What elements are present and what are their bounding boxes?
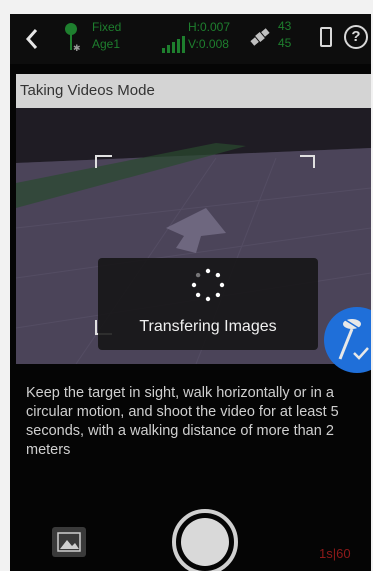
- recording-timer: 1s|60: [319, 546, 351, 561]
- signal-bars-icon: [160, 36, 186, 54]
- battery-icon: [320, 27, 332, 47]
- status-bar: ✱ Fixed Age1 H:0.007 V:0.008 43 45 ?: [10, 14, 371, 64]
- age-text: Age1: [92, 37, 121, 51]
- back-icon[interactable]: [22, 26, 44, 52]
- survey-pole-icon: [338, 318, 369, 360]
- transfer-overlay: Transfering Images: [98, 258, 318, 350]
- mode-banner: Taking Videos Mode: [16, 74, 371, 108]
- loading-spinner-icon: [191, 268, 225, 302]
- instructions-text: Keep the target in sight, walk horizonta…: [26, 385, 339, 458]
- transfer-message: Transfering Images: [139, 318, 277, 335]
- camera-viewfinder: Transfering Images: [16, 108, 371, 364]
- svg-text:✱: ✱: [73, 44, 81, 54]
- app-frame: ✱ Fixed Age1 H:0.007 V:0.008 43 45 ? Tak…: [10, 14, 371, 571]
- gallery-icon[interactable]: [52, 527, 86, 557]
- v-accuracy-text: V:0.008: [188, 37, 229, 51]
- satellite-count-a: 43: [278, 19, 292, 33]
- satellite-icon: [248, 24, 272, 50]
- rtk-antenna-icon: ✱: [58, 20, 84, 56]
- fix-status-text: Fixed: [92, 20, 122, 34]
- shutter-button[interactable]: [172, 509, 238, 571]
- h-accuracy-text: H:0.007: [188, 20, 231, 34]
- shutter-inner: [181, 518, 229, 566]
- satellite-count-b: 45: [278, 36, 292, 50]
- help-icon[interactable]: ?: [344, 25, 368, 49]
- survey-pole-button[interactable]: [324, 307, 371, 373]
